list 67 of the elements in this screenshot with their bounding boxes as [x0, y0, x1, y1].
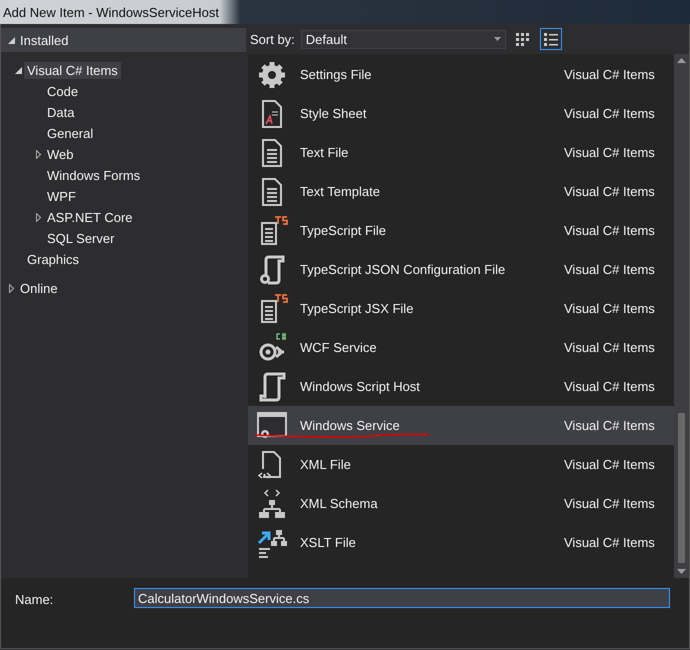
- name-field[interactable]: CalculatorWindowsService.cs: [134, 588, 670, 608]
- scroll-up-icon[interactable]: [677, 58, 686, 63]
- window-title: Add New Item - WindowsServiceHost: [2, 4, 220, 20]
- template-name: Windows Service: [300, 418, 401, 433]
- template-row[interactable]: XML File Visual C# Items: [248, 445, 674, 484]
- scrollbar[interactable]: [674, 54, 689, 578]
- template-name: Text File: [300, 145, 350, 160]
- template-row[interactable]: TypeScript JSON Configuration File Visual C# Items: [248, 250, 674, 289]
- template-name: TypeScript JSX File: [300, 301, 414, 316]
- template-category: Visual C# Items: [564, 301, 656, 316]
- template-row[interactable]: TypeScript File Visual C# Items: [248, 211, 674, 250]
- scroll-down-icon[interactable]: [677, 569, 686, 574]
- template-name: WCF Service: [300, 340, 378, 355]
- expanded-arrow-icon[interactable]: [14, 67, 22, 74]
- template-category: Visual C# Items: [564, 106, 656, 121]
- sort-label: Sort by:: [250, 32, 295, 46]
- tree-item[interactable]: Installed: [17, 32, 72, 48]
- collapsed-arrow-icon[interactable]: [8, 284, 14, 292]
- tree-item[interactable]: ASP.NET Core: [44, 209, 136, 226]
- template-category: Visual C# Items: [564, 262, 656, 277]
- template-row[interactable]: Text Template Visual C# Items: [248, 172, 674, 211]
- template-category: Visual C# Items: [564, 145, 656, 160]
- template-row[interactable]: Windows Service Visual C# Items: [248, 406, 674, 445]
- dropdown-caret-icon: [494, 37, 501, 41]
- template-category: Visual C# Items: [564, 496, 656, 511]
- tree-item[interactable]: General: [44, 125, 96, 142]
- expanded-arrow-icon[interactable]: [8, 36, 14, 44]
- collapsed-arrow-icon[interactable]: [36, 213, 40, 222]
- template-category: Visual C# Items: [564, 418, 656, 433]
- template-category: Visual C# Items: [564, 340, 656, 355]
- template-row[interactable]: WCF Service Visual C# Items: [248, 328, 674, 367]
- template-name: Windows Script Host: [300, 379, 421, 394]
- tree-item[interactable]: Windows Forms: [44, 167, 144, 184]
- template-name: Settings File: [300, 67, 373, 82]
- template-row[interactable]: XSLT File Visual C# Items: [248, 523, 674, 562]
- template-name: Style Sheet: [300, 106, 368, 121]
- tree-item[interactable]: Code: [44, 83, 82, 100]
- template-category: Visual C# Items: [564, 67, 656, 82]
- scroll-thumb[interactable]: [678, 413, 685, 563]
- hierarchy-icon: [256, 488, 288, 520]
- tree-item[interactable]: SQL Server: [44, 230, 118, 247]
- template-category: Visual C# Items: [564, 535, 656, 550]
- template-name: XML Schema: [300, 496, 379, 511]
- template-row[interactable]: Windows Script Host Visual C# Items: [248, 367, 674, 406]
- template-name: XSLT File: [300, 535, 357, 550]
- tree-item[interactable]: Web: [44, 146, 76, 163]
- sort-dropdown[interactable]: Default: [300, 30, 506, 48]
- template-category: Visual C# Items: [564, 457, 656, 472]
- tree-item[interactable]: Data: [44, 104, 78, 121]
- template-name: Text Template: [300, 184, 381, 199]
- template-row[interactable]: Text File Visual C# Items: [248, 133, 674, 172]
- collapsed-arrow-icon[interactable]: [36, 150, 40, 159]
- name-label: Name:: [14, 591, 54, 607]
- template-name: XML File: [300, 457, 352, 472]
- tree-item[interactable]: WPF: [44, 188, 79, 205]
- template-category: Visual C# Items: [564, 379, 656, 394]
- template-name: TypeScript File: [300, 223, 387, 238]
- tree-item[interactable]: Graphics: [24, 251, 82, 268]
- tree-item[interactable]: Visual C# Items: [24, 62, 121, 79]
- tree-item[interactable]: Online: [17, 280, 61, 296]
- template-row[interactable]: XML Schema Visual C# Items: [248, 484, 674, 523]
- template-name: TypeScript JSON Configuration File: [300, 262, 506, 277]
- template-category: Visual C# Items: [564, 184, 656, 199]
- template-row[interactable]: TypeScript JSX File Visual C# Items: [248, 289, 674, 328]
- template-row[interactable]: Style Sheet Visual C# Items: [248, 94, 674, 133]
- template-row[interactable]: Settings File Visual C# Items: [248, 55, 674, 94]
- template-category: Visual C# Items: [564, 223, 656, 238]
